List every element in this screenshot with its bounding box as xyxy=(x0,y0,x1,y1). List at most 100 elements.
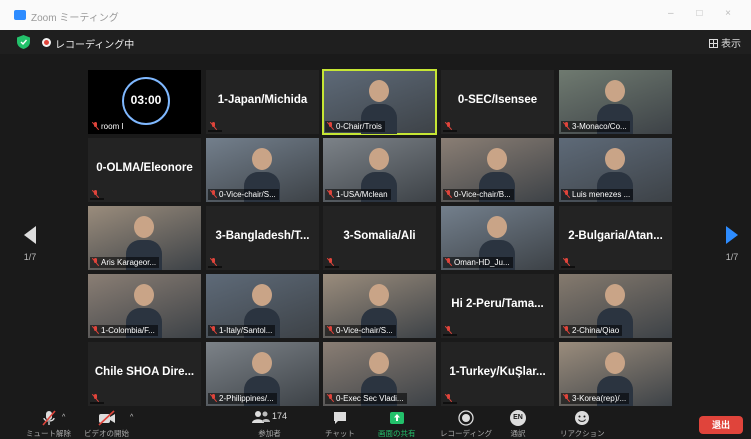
participant-name: Chile SHOA Dire... xyxy=(94,366,195,378)
next-page-button[interactable]: 1/7 xyxy=(720,226,744,262)
participant-label: 3-Korea(rep)/... xyxy=(561,393,630,404)
participant-label xyxy=(208,266,222,268)
previous-page-button[interactable]: 1/7 xyxy=(18,226,42,262)
view-button[interactable]: 表示 xyxy=(709,35,741,50)
reactions-button[interactable]: リアクション xyxy=(560,410,605,439)
microphone-muted-icon xyxy=(210,326,217,334)
participant-tile[interactable]: Luis menezes ... xyxy=(559,138,672,202)
microphone-muted-icon xyxy=(92,326,99,334)
video-off-icon xyxy=(97,410,115,426)
participant-tile[interactable]: Oman-HD_Ju... xyxy=(441,206,554,270)
participant-tile[interactable]: 1-Turkey/KuŞlar... xyxy=(441,342,554,406)
record-icon xyxy=(458,410,474,426)
globe-icon: EN xyxy=(510,410,526,426)
microphone-muted-icon xyxy=(210,258,217,266)
participant-name: 0-OLMA/Eleonore xyxy=(96,162,193,174)
participant-tile[interactable]: 2-China/Qiao xyxy=(559,274,672,338)
participant-tile[interactable]: 0-SEC/Isensee xyxy=(441,70,554,134)
participant-tile[interactable]: 3-Korea(rep)/... xyxy=(559,342,672,406)
participant-tile[interactable]: 0-Exec Sec Vladi... xyxy=(323,342,436,406)
participant-name: 2-Bulgaria/Atan... xyxy=(568,230,663,242)
microphone-muted-icon xyxy=(210,190,217,198)
microphone-muted-icon xyxy=(445,394,452,402)
microphone-muted-icon xyxy=(92,394,99,402)
participant-label: 0-Vice-chair/S... xyxy=(208,189,279,200)
smiley-icon xyxy=(575,411,590,425)
zoom-app-icon xyxy=(14,10,26,20)
microphone-muted-icon xyxy=(563,190,570,198)
participant-tile[interactable]: 3-Somalia/Ali xyxy=(323,206,436,270)
participant-label: 0-Exec Sec Vladi... xyxy=(325,393,407,404)
participant-tile[interactable]: 0-Vice-chair/S... xyxy=(323,274,436,338)
microphone-muted-icon xyxy=(563,326,570,334)
microphone-muted-icon xyxy=(92,190,99,198)
participant-label xyxy=(90,198,104,200)
recording-icon xyxy=(42,38,51,47)
page-indicator-left: 1/7 xyxy=(23,252,37,262)
participant-label: Luis menezes ... xyxy=(561,189,634,200)
participant-label: 0-Vice-chair/S... xyxy=(325,325,396,336)
participant-tile[interactable]: Aris Karageor... xyxy=(88,206,201,270)
audio-options-caret[interactable]: ^ xyxy=(62,414,65,421)
page-indicator-right: 1/7 xyxy=(725,252,739,262)
participant-label: 1-Colombia/F... xyxy=(90,325,158,336)
shield-icon[interactable] xyxy=(17,35,30,49)
microphone-muted-icon xyxy=(327,326,334,334)
microphone-muted-icon xyxy=(563,122,570,130)
participant-name: 1-Japan/Michida xyxy=(217,94,308,106)
microphone-muted-icon xyxy=(327,190,334,198)
record-button[interactable]: レコーディング xyxy=(440,410,492,439)
participant-name: 3-Somalia/Ali xyxy=(343,230,416,242)
microphone-muted-icon xyxy=(445,326,452,334)
participant-tile[interactable]: 3-Monaco/Co... xyxy=(559,70,672,134)
participant-name: 3-Bangladesh/T... xyxy=(215,230,310,242)
window-title: Zoom ミーティング xyxy=(31,13,119,24)
video-options-caret[interactable]: ^ xyxy=(130,414,133,421)
participant-label: Aris Karageor... xyxy=(90,257,160,268)
participant-tile[interactable]: 1-USA/Mclean xyxy=(323,138,436,202)
participant-tile[interactable]: 1-Italy/Santol... xyxy=(206,274,319,338)
chat-button[interactable]: チャット xyxy=(325,410,355,439)
participant-tile[interactable]: Chile SHOA Dire... xyxy=(88,342,201,406)
microphone-muted-icon xyxy=(92,258,99,266)
microphone-muted-icon xyxy=(327,394,334,402)
leave-meeting-button[interactable]: 退出 xyxy=(699,416,743,434)
microphone-muted-icon xyxy=(445,190,452,198)
window-controls[interactable]: – □ × xyxy=(668,8,741,19)
participant-tile[interactable]: 03:00 room I xyxy=(88,70,201,134)
participant-tile[interactable]: 3-Bangladesh/T... xyxy=(206,206,319,270)
participant-tile[interactable]: 2-Bulgaria/Atan... xyxy=(559,206,672,270)
participant-tile[interactable]: 1-Japan/Michida xyxy=(206,70,319,134)
share-screen-button[interactable]: 画面の共有 xyxy=(378,410,416,439)
participant-label xyxy=(561,266,575,268)
share-screen-icon xyxy=(389,412,404,424)
start-video-button[interactable]: ビデオの開始 xyxy=(84,410,129,439)
participant-label: 3-Monaco/Co... xyxy=(561,121,630,132)
participant-label xyxy=(443,334,457,336)
microphone-muted-icon xyxy=(210,394,217,402)
window-titlebar: Zoom ミーティング – □ × xyxy=(0,0,751,30)
arrow-left-icon xyxy=(24,226,36,244)
participant-tile[interactable]: 0-Vice-chair/S... xyxy=(206,138,319,202)
participant-label xyxy=(443,130,457,132)
interpretation-button[interactable]: EN 通訳 xyxy=(510,410,526,439)
participant-label xyxy=(208,130,222,132)
microphone-muted-icon xyxy=(445,258,452,266)
participant-label: 2-Philippines/... xyxy=(208,393,277,404)
participant-label xyxy=(325,266,339,268)
participant-tile[interactable]: 0-Chair/Trois xyxy=(322,69,437,135)
participant-name: 0-SEC/Isensee xyxy=(457,94,538,106)
participant-tile[interactable]: 0-OLMA/Eleonore xyxy=(88,138,201,202)
participant-label: 1-USA/Mclean xyxy=(325,189,391,200)
recording-label: レコーディング中 xyxy=(55,40,135,51)
participant-tile[interactable]: 0-Vice-chair/B... xyxy=(441,138,554,202)
grid-icon xyxy=(709,39,718,48)
participant-name: 1-Turkey/KuŞlar... xyxy=(449,366,546,378)
microphone-muted-icon xyxy=(327,122,334,130)
countdown-timer: 03:00 xyxy=(130,93,162,107)
participants-button[interactable]: 174 参加者 xyxy=(252,410,287,439)
participant-tile[interactable]: 1-Colombia/F... xyxy=(88,274,201,338)
microphone-muted-icon xyxy=(92,122,99,130)
participant-tile[interactable]: 2-Philippines/... xyxy=(206,342,319,406)
participant-tile[interactable]: Hi 2-Peru/Tama... xyxy=(441,274,554,338)
